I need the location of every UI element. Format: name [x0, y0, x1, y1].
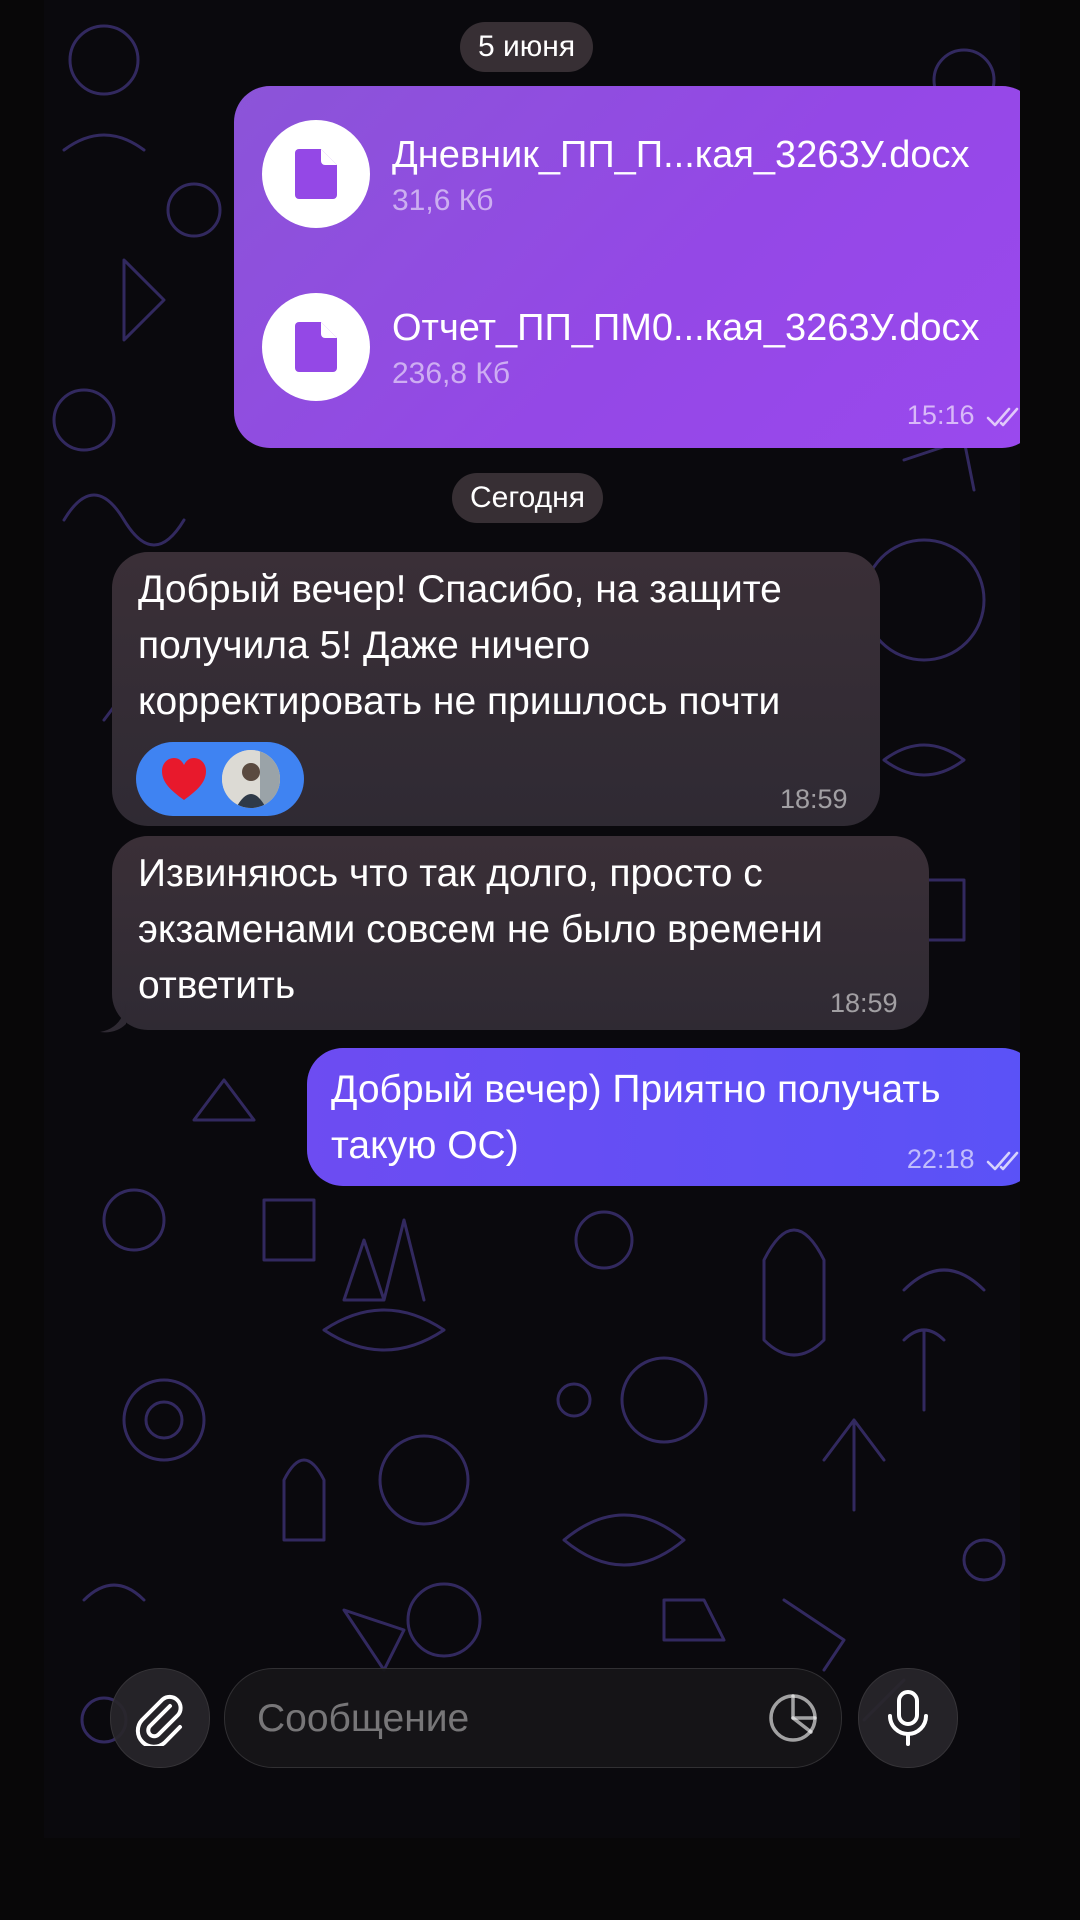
file-name: Отчет_ПП_ПМ0...кая_3263У.docx: [392, 307, 980, 349]
file-attachment[interactable]: Отчет_ПП_ПМ0...кая_3263У.docx 236,8 Кб: [262, 293, 1020, 403]
chat-area[interactable]: 5 июня Дневник_ПП_П...кая_3263У.docx 31,…: [44, 0, 1020, 1838]
incoming-message[interactable]: Добрый вечер! Спасибо, на защите получил…: [112, 552, 880, 826]
message-line: экзаменами совсем не было времени: [138, 908, 823, 951]
message-line: Добрый вечер) Приятно получать: [331, 1068, 941, 1111]
message-input[interactable]: [255, 1669, 739, 1769]
message-line: ответить: [138, 964, 296, 1007]
heart-icon: [162, 758, 206, 800]
message-input-bar: [0, 1668, 1080, 1770]
time-label: 22:18: [906, 1144, 975, 1174]
voice-message-button[interactable]: [858, 1668, 958, 1768]
incoming-message[interactable]: Извиняюсь что так долго, просто с экзаме…: [112, 836, 929, 1030]
file-name: Дневник_ПП_П...кая_3263У.docx: [392, 134, 970, 176]
message-line: получила 5! Даже ничего: [138, 624, 591, 667]
document-icon[interactable]: [262, 293, 370, 401]
file-size: 236,8 Кб: [392, 357, 511, 390]
paperclip-icon: [135, 1694, 183, 1746]
message-text: Извиняюсь что так долго, просто с экзаме…: [138, 846, 823, 1014]
message-time: 18:59: [780, 784, 848, 814]
reaction-chip[interactable]: [136, 742, 304, 816]
outgoing-message[interactable]: Добрый вечер) Приятно получать такую ОС)…: [307, 1048, 1020, 1186]
microphone-icon: [888, 1690, 928, 1746]
document-icon[interactable]: [262, 120, 370, 228]
attach-button[interactable]: [110, 1668, 210, 1768]
avatar: [222, 750, 280, 808]
message-time: 18:59: [830, 988, 898, 1018]
message-text: Добрый вечер) Приятно получать такую ОС): [331, 1062, 941, 1174]
bubble-tail: [100, 1004, 126, 1033]
file-attachment[interactable]: Дневник_ПП_П...кая_3263У.docx 31,6 Кб: [262, 120, 1020, 230]
double-check-icon: [986, 1151, 1019, 1171]
sticker-icon[interactable]: [767, 1692, 819, 1744]
message-time: 15:16: [907, 400, 1020, 431]
message-line: Добрый вечер! Спасибо, на защите: [138, 568, 782, 611]
date-separator: 5 июня: [460, 22, 594, 72]
file-size: 31,6 Кб: [392, 184, 494, 217]
message-time: 22:18: [907, 1144, 1020, 1175]
message-field[interactable]: [224, 1668, 842, 1769]
message-text: Добрый вечер! Спасибо, на защите получил…: [138, 562, 782, 730]
time-label: 15:16: [906, 400, 975, 430]
double-check-icon: [986, 407, 1019, 427]
outgoing-files-message[interactable]: Дневник_ПП_П...кая_3263У.docx 31,6 Кб От…: [234, 86, 1020, 448]
date-separator: Сегодня: [452, 473, 603, 523]
message-line: корректировать не пришлось почти: [138, 680, 781, 723]
message-line: Извиняюсь что так долго, просто с: [138, 852, 763, 895]
message-line: такую ОС): [331, 1124, 519, 1167]
